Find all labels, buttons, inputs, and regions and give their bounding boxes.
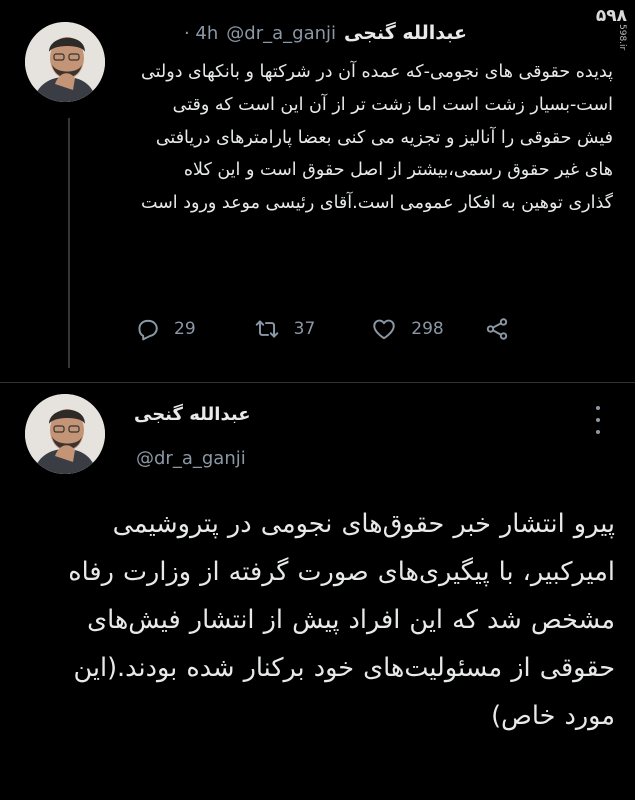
more-icon[interactable] xyxy=(590,406,606,434)
avatar-photo xyxy=(25,394,105,474)
tweet-text: پیرو انتشار خبر حقوق‌های نجومی در پتروشی… xyxy=(68,509,615,731)
tweet-actions: 29 37 298 xyxy=(134,316,510,342)
tweet-header: عبدالله گنجی @dr_a_ganji · 4h xyxy=(184,22,467,44)
retweet-icon xyxy=(255,320,278,338)
watermark-logo: ۵۹۸ xyxy=(595,6,628,26)
retweet-count: 37 xyxy=(293,319,316,339)
reply-icon xyxy=(138,319,158,341)
reply-button[interactable]: 29 xyxy=(134,316,196,342)
avatar-photo xyxy=(25,22,105,102)
like-count: 298 xyxy=(411,319,444,339)
share-button[interactable] xyxy=(484,316,510,342)
watermark-site: 598.ir xyxy=(617,24,627,51)
thread-line xyxy=(68,118,70,368)
tweet-time[interactable]: · 4h xyxy=(184,23,218,44)
avatar[interactable] xyxy=(25,22,105,102)
like-icon xyxy=(373,319,396,340)
author-name[interactable]: عبدالله گنجی xyxy=(344,22,467,44)
like-button[interactable]: 298 xyxy=(371,316,444,342)
author-handle[interactable]: @dr_a_ganji xyxy=(226,23,336,44)
author-name[interactable]: عبدالله گنجی xyxy=(134,404,251,425)
watermark: ۵۹۸ 598.ir xyxy=(587,6,628,51)
tweet-text: پدیده حقوقی های نجومی-که عمده آن در شرکت… xyxy=(140,62,613,214)
reply-count: 29 xyxy=(174,319,196,339)
author-handle[interactable]: @dr_a_ganji xyxy=(136,448,246,469)
retweet-button[interactable]: 37 xyxy=(254,316,316,342)
avatar[interactable] xyxy=(25,394,105,474)
divider xyxy=(0,382,635,383)
share-icon xyxy=(486,318,507,340)
